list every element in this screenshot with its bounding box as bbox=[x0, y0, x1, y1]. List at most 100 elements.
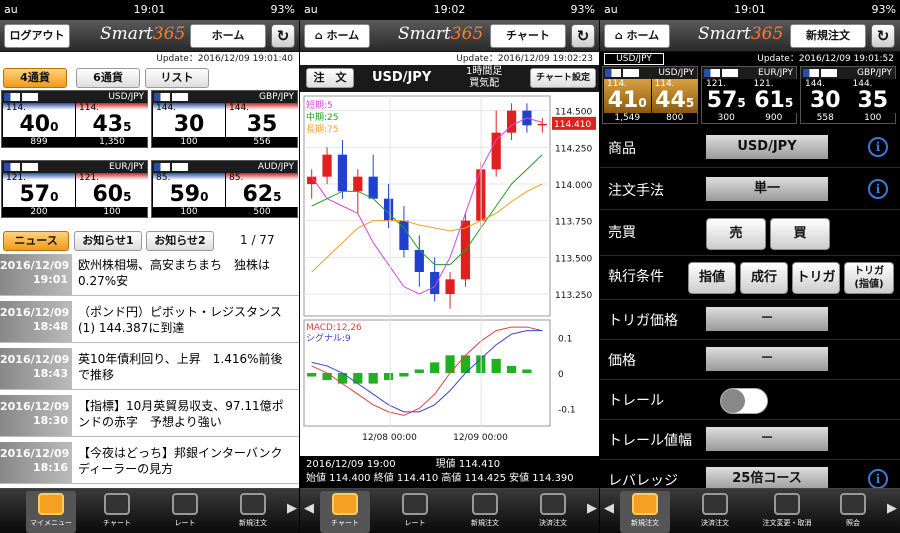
bid-price[interactable]: 144. 30 bbox=[153, 103, 225, 137]
quote-tile[interactable]: EUR/JPY 121. 570 121. 605 200 100 bbox=[1, 160, 148, 218]
ask-price[interactable]: 85. 625 bbox=[226, 173, 298, 207]
battery-label: 93% bbox=[570, 3, 595, 16]
home-button[interactable]: ⌂ ホーム bbox=[304, 24, 370, 48]
tab-chart[interactable]: チャート bbox=[92, 491, 142, 533]
prev-arrow-icon[interactable]: ◀ bbox=[604, 501, 614, 516]
bid-price[interactable]: 121. 575 bbox=[703, 79, 750, 113]
update-time: Update：2016/12/09 19:02:23 bbox=[456, 54, 593, 64]
info-icon[interactable]: i bbox=[868, 137, 888, 157]
ask-price[interactable]: 144. 35 bbox=[226, 103, 298, 137]
tab-new-order[interactable]: 新規注文 bbox=[460, 491, 510, 533]
tab-new-order[interactable]: 新規注文 bbox=[228, 491, 278, 533]
chart-settings-button[interactable]: チャート設定 bbox=[530, 68, 596, 88]
ask-amount: 100 bbox=[864, 113, 882, 123]
bid-price[interactable]: 85. 590 bbox=[153, 173, 225, 207]
quote-tile[interactable]: GBP/JPY 144. 30 144. 35 558 100 bbox=[800, 66, 896, 124]
price-chart[interactable]: 114.500 114.250 114.000 113.750 113.500 113.2… bbox=[300, 92, 599, 457]
macd-label: MACD:12,26 bbox=[306, 323, 362, 333]
ask-price[interactable]: 114. 445 bbox=[651, 79, 698, 113]
tab-chart[interactable]: チャート bbox=[320, 491, 370, 533]
logout-button[interactable]: ログアウト bbox=[4, 24, 70, 48]
news-item[interactable]: 2016/12/09 18:16 【今夜はどっち】邦銀インターバンクディーラーの見… bbox=[0, 442, 299, 484]
flag-icon bbox=[803, 69, 819, 77]
ask-price[interactable]: 121. 615 bbox=[750, 79, 797, 113]
trigger-price-field[interactable]: － bbox=[706, 307, 828, 331]
info-icon[interactable]: i bbox=[868, 179, 888, 199]
cond-trigger-limit-button[interactable]: トリガ (指値) bbox=[844, 262, 894, 294]
macd-bar bbox=[399, 373, 409, 377]
ask-price[interactable]: 114. 435 bbox=[76, 103, 148, 137]
tab-6currency[interactable]: 6通貨 bbox=[76, 68, 140, 88]
macd-bar bbox=[337, 373, 348, 384]
price-tick: 114.250 bbox=[555, 144, 592, 154]
news-item[interactable]: 2016/12/09 18:48 （ポンド円）ピボット・レジスタンス(1) 144… bbox=[0, 301, 299, 343]
method-field[interactable]: 単一 bbox=[706, 177, 828, 201]
refresh-icon[interactable]: ↻ bbox=[271, 24, 295, 48]
sell-button[interactable]: 売 bbox=[706, 218, 766, 250]
prev-arrow-icon[interactable]: ◀ bbox=[304, 501, 314, 516]
news-item[interactable]: 2016/12/09 18:30 【指標】10月英貿易収支、97.11億ポンドの赤… bbox=[0, 395, 299, 437]
cond-market-button[interactable]: 成行 bbox=[740, 262, 788, 294]
refresh-icon[interactable]: ↻ bbox=[871, 24, 895, 48]
trail-width-field[interactable]: － bbox=[706, 427, 828, 451]
cond-trigger-button[interactable]: トリガ bbox=[792, 262, 840, 294]
order-button[interactable]: 注 文 bbox=[306, 68, 354, 88]
refresh-icon[interactable]: ↻ bbox=[571, 24, 595, 48]
ask-price[interactable]: 144. 35 bbox=[849, 79, 896, 113]
quote-tile[interactable]: USD/JPY 114. 410 114. 445 1,549 800 bbox=[602, 66, 698, 124]
trail-toggle[interactable] bbox=[720, 388, 768, 414]
update-time: Update：2016/12/09 19:01:40 bbox=[156, 54, 293, 64]
ask-price[interactable]: 121. 605 bbox=[76, 173, 148, 207]
tab-my-menu[interactable]: マイメニュー bbox=[26, 491, 76, 533]
tab-notice-2[interactable]: お知らせ2 bbox=[146, 231, 214, 251]
macd-bar bbox=[307, 373, 317, 377]
price-field[interactable]: － bbox=[706, 347, 828, 371]
news-date: 2016/12/09 18:30 bbox=[0, 395, 72, 436]
ask-amount: 900 bbox=[765, 113, 783, 123]
tab-bar: マイメニュー チャート レート 新規注文 ▶ bbox=[0, 488, 299, 533]
ask-amount: 100 bbox=[103, 207, 121, 217]
status-bar: au 19:01 93% bbox=[600, 0, 900, 20]
news-item[interactable]: 2016/12/09 18:43 英10年債利回り、上昇 1.416%前後で推移 bbox=[0, 348, 299, 390]
tab-order-modify[interactable]: 注文変更・取消 bbox=[756, 491, 818, 533]
macd-bar bbox=[383, 373, 394, 381]
next-arrow-icon[interactable]: ▶ bbox=[587, 501, 597, 516]
next-arrow-icon[interactable]: ▶ bbox=[287, 501, 297, 516]
tab-inquiry[interactable]: 照会 bbox=[828, 491, 878, 533]
buy-button[interactable]: 買 bbox=[770, 218, 830, 250]
warning-icon bbox=[540, 493, 566, 515]
bid-price[interactable]: 114. 410 bbox=[604, 79, 651, 113]
page-title: チャート bbox=[490, 24, 566, 48]
quote-tile[interactable]: GBP/JPY 144. 30 144. 35 100 556 bbox=[151, 90, 298, 148]
bid-amount: 100 bbox=[180, 137, 198, 147]
product-field[interactable]: USD/JPY bbox=[706, 135, 828, 159]
tab-close-order[interactable]: 決済注文 bbox=[690, 491, 740, 533]
bid-price[interactable]: 121. 570 bbox=[3, 173, 75, 207]
tab-new-order[interactable]: 新規注文 bbox=[620, 491, 670, 533]
cond-limit-button[interactable]: 指値 bbox=[688, 262, 736, 294]
news-item[interactable]: 2016/12/09 19:01 欧州株相場、高安まちまち 独株は0.27%安 bbox=[0, 254, 299, 296]
next-arrow-icon[interactable]: ▶ bbox=[887, 501, 897, 516]
chart-pair: USD/JPY bbox=[372, 70, 432, 85]
bid-price[interactable]: 114. 400 bbox=[3, 103, 75, 137]
quote-tile[interactable]: EUR/JPY 121. 575 121. 615 300 900 bbox=[701, 66, 797, 124]
tab-news[interactable]: ニュース bbox=[3, 231, 69, 251]
condition-row: 執行条件 指値 成行 トリガ トリガ (指値) bbox=[600, 256, 900, 300]
clock: 19:01 bbox=[734, 3, 766, 16]
bid-price[interactable]: 144. 30 bbox=[802, 79, 849, 113]
tab-notice-1[interactable]: お知らせ1 bbox=[74, 231, 142, 251]
candle-body bbox=[445, 279, 455, 294]
tab-rate[interactable]: レート bbox=[390, 491, 440, 533]
tab-list[interactable]: リスト bbox=[145, 68, 209, 88]
tab-rate[interactable]: レート bbox=[160, 491, 210, 533]
quote-tile[interactable]: USD/JPY 114. 400 114. 435 899 1,350 bbox=[1, 90, 148, 148]
clock: 19:02 bbox=[433, 3, 466, 16]
tab-close-order[interactable]: 決済注文 bbox=[528, 491, 578, 533]
info-icon[interactable]: i bbox=[868, 469, 888, 489]
home-button[interactable]: ⌂ ホーム bbox=[604, 24, 670, 48]
tab-4currency[interactable]: 4通貨 bbox=[3, 68, 67, 88]
tab-bar: ◀ 新規注文 決済注文 注文変更・取消 照会 ▶ bbox=[600, 488, 900, 533]
ma-label: 長期:75 bbox=[306, 124, 339, 135]
quote-tile[interactable]: AUD/JPY 85. 590 85. 625 100 500 bbox=[151, 160, 298, 218]
ask-amount: 1,350 bbox=[99, 137, 125, 147]
